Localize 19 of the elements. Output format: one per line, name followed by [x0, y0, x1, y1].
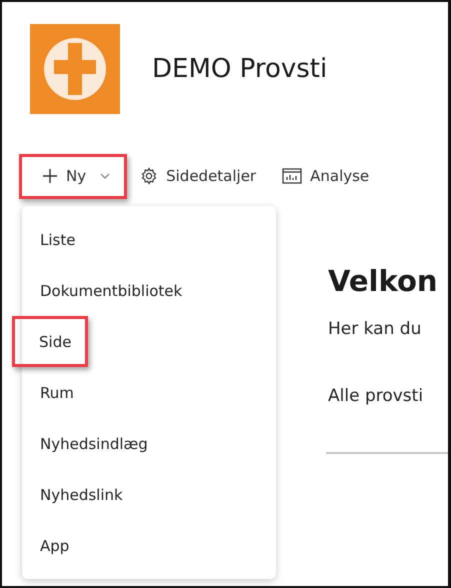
analytics-button[interactable]: Analyse	[269, 154, 382, 198]
paragraph: Her kan du	[328, 318, 422, 341]
menu-item[interactable]: Rum	[22, 367, 91, 418]
chart-icon	[282, 168, 302, 184]
menu-item[interactable]: App	[22, 520, 86, 571]
page-details-button[interactable]: Sidedetaljer	[127, 154, 270, 198]
settings-icon	[140, 167, 158, 186]
chevron-down-icon	[100, 173, 110, 180]
menu-item[interactable]: Dokumentbibliotek	[22, 265, 200, 316]
plus-icon	[42, 168, 58, 184]
menu-item[interactable]: Nyhedslink	[22, 469, 140, 520]
site-title: DEMO Provsti	[152, 52, 328, 86]
menu-item[interactable]: Side	[12, 316, 88, 367]
logo-icon	[30, 24, 120, 114]
page-heading: Velkon	[328, 264, 439, 299]
menu-item[interactable]: Liste	[22, 214, 92, 265]
new-button[interactable]: Ny	[19, 154, 128, 198]
paragraph: Alle provsti	[328, 385, 424, 408]
menu-item[interactable]: Nyhedsindlæg	[22, 418, 165, 469]
